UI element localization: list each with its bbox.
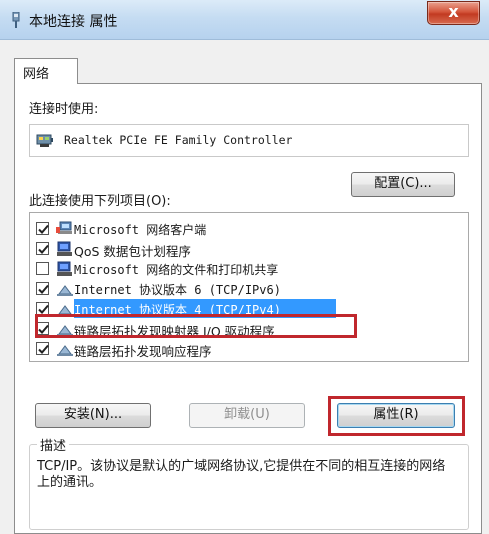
item-checkbox[interactable] bbox=[36, 322, 49, 335]
network-connection-icon bbox=[11, 11, 21, 28]
install-button[interactable]: 安装(N)... bbox=[35, 403, 151, 428]
list-item[interactable]: Internet 协议版本 6 (TCP/IPv6) bbox=[30, 279, 468, 299]
tab-network[interactable]: 网络 bbox=[14, 58, 78, 84]
item-checkbox[interactable] bbox=[36, 242, 49, 255]
item-label: Microsoft 网络客户端 bbox=[74, 223, 207, 237]
connect-using-label: 连接时使用: bbox=[29, 102, 99, 117]
service-icon bbox=[56, 261, 74, 277]
adapter-name: Realtek PCIe FE Family Controller bbox=[64, 133, 293, 147]
adapter-box[interactable]: Realtek PCIe FE Family Controller bbox=[29, 124, 469, 157]
item-label: 链路层拓扑发现映射器 I/O 驱动程序 bbox=[74, 324, 275, 339]
service-icon bbox=[56, 241, 74, 257]
item-checkbox[interactable] bbox=[36, 262, 49, 275]
configure-button[interactable]: 配置(C)... bbox=[351, 172, 455, 197]
item-checkbox[interactable] bbox=[36, 222, 49, 235]
tab-network-label: 网络 bbox=[23, 67, 50, 82]
window-title: 本地连接 属性 bbox=[29, 14, 118, 30]
network-adapter-icon bbox=[36, 132, 54, 149]
list-item[interactable]: 链路层拓扑发现映射器 I/O 驱动程序 bbox=[30, 319, 468, 339]
network-client-icon bbox=[56, 221, 74, 237]
item-label: Internet 协议版本 4 (TCP/IPv4) bbox=[74, 303, 281, 317]
protocol-icon bbox=[56, 281, 74, 297]
uninstall-button[interactable]: 卸载(U) bbox=[189, 403, 305, 428]
item-checkbox[interactable] bbox=[36, 282, 49, 295]
components-list[interactable]: Microsoft 网络客户端 QoS 数据包计划程序 Microsoft 网络… bbox=[29, 212, 469, 362]
item-checkbox[interactable] bbox=[36, 342, 49, 355]
properties-button[interactable]: 属性(R) bbox=[337, 403, 455, 428]
list-item[interactable]: Internet 协议版本 4 (TCP/IPv4) bbox=[30, 299, 468, 319]
close-button[interactable]: x bbox=[427, 1, 480, 25]
protocol-icon bbox=[56, 321, 74, 337]
item-label: Internet 协议版本 6 (TCP/IPv6) bbox=[74, 283, 281, 297]
items-section-label: 此连接使用下列项目(O): bbox=[29, 194, 171, 209]
description-text: TCP/IP。该协议是默认的广域网络协议,它提供在不同的相互连接的网络上的通讯。 bbox=[37, 459, 446, 490]
close-icon: x bbox=[448, 2, 459, 21]
protocol-icon bbox=[56, 301, 74, 317]
list-item[interactable]: QoS 数据包计划程序 bbox=[30, 239, 468, 259]
description-legend: 描述 bbox=[37, 435, 70, 454]
list-item[interactable]: Microsoft 网络的文件和打印机共享 bbox=[30, 259, 468, 279]
list-item[interactable]: Microsoft 网络客户端 bbox=[30, 219, 468, 239]
dialog-client: 网络 连接时使用: Realtek PCIe FE Family Control… bbox=[0, 40, 489, 534]
item-checkbox[interactable] bbox=[36, 302, 49, 315]
item-label: Microsoft 网络的文件和打印机共享 bbox=[74, 263, 279, 277]
list-item[interactable]: 链路层拓扑发现响应程序 bbox=[30, 339, 468, 359]
protocol-icon bbox=[56, 341, 74, 357]
item-label: 链路层拓扑发现响应程序 bbox=[74, 344, 212, 359]
tab-panel: 连接时使用: Realtek PCIe FE Family Controller… bbox=[14, 83, 482, 534]
title-bar[interactable]: 本地连接 属性 x bbox=[0, 0, 489, 40]
item-label: QoS 数据包计划程序 bbox=[74, 244, 191, 259]
